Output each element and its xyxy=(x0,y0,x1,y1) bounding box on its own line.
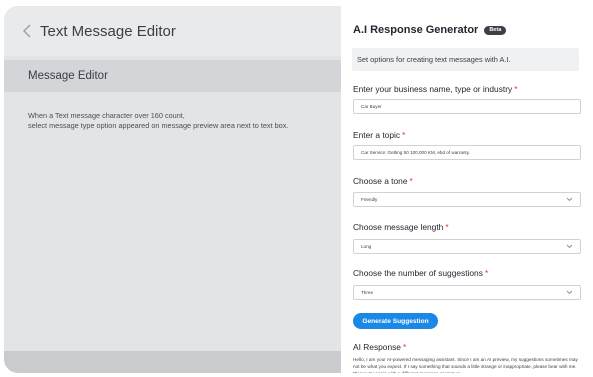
business-label: Enter your business name, type or indust… xyxy=(353,84,517,94)
business-input[interactable]: Car Buyer xyxy=(353,99,581,114)
required-mark: * xyxy=(402,130,406,140)
topic-input[interactable]: Car Service: Getting 50 100,000 KM, ebd … xyxy=(353,145,581,160)
ai-response-text: Hello, I am your AI-powered messaging as… xyxy=(353,357,578,373)
hint-line: select message type option appeared on m… xyxy=(28,120,289,130)
ai-response-panel: A.I Response Generator Beta Set options … xyxy=(341,6,589,373)
beta-badge: Beta xyxy=(484,25,507,35)
required-mark: * xyxy=(445,222,449,232)
tone-label-text: Choose a tone xyxy=(353,176,408,186)
length-label-text: Choose message length xyxy=(353,222,444,232)
length-label: Choose message length * xyxy=(353,222,449,232)
required-mark: * xyxy=(514,84,518,94)
suggestions-select[interactable]: Three xyxy=(353,285,581,300)
panel-header: A.I Response Generator Beta xyxy=(353,24,507,36)
section-title: Message Editor xyxy=(28,70,108,82)
length-select[interactable]: Long xyxy=(353,239,581,254)
bottom-bar xyxy=(4,351,341,373)
length-value: Long xyxy=(361,244,372,249)
topic-value: Car Service: Getting 50 100,000 KM, ebd … xyxy=(361,150,470,155)
required-mark: * xyxy=(484,268,489,278)
suggestions-label-text: Choose the number of suggestions xyxy=(353,268,483,278)
tone-select[interactable]: Friendly xyxy=(353,192,581,207)
app-frame: Text Message Editor Message Editor When … xyxy=(4,6,589,373)
suggestions-value: Three xyxy=(361,290,374,295)
ai-response-label: AI Response * xyxy=(353,342,406,352)
editor-header: Text Message Editor xyxy=(4,6,341,56)
hint-line: When a Text message character over 160 c… xyxy=(28,111,185,120)
business-value: Car Buyer xyxy=(361,104,382,109)
section-header: Message Editor xyxy=(4,60,341,92)
business-label-text: Enter your business name, type or indust… xyxy=(353,84,513,94)
editor-hint: When a Text message character over 160 c… xyxy=(28,111,338,130)
info-banner: Set options for creating text messages w… xyxy=(352,48,579,71)
tone-label: Choose a tone * xyxy=(353,176,413,186)
topic-label-text: Enter a topic xyxy=(353,130,401,140)
required-mark: * xyxy=(402,342,407,352)
chevron-down-icon xyxy=(566,244,573,249)
page-title: Text Message Editor xyxy=(40,22,176,40)
required-mark: * xyxy=(409,176,413,186)
ai-response-label-text: AI Response xyxy=(353,342,401,352)
suggestions-label: Choose the number of suggestions * xyxy=(353,268,488,278)
chevron-down-icon xyxy=(566,290,573,295)
tone-value: Friendly xyxy=(361,197,378,202)
generate-suggestion-button[interactable]: Generate Suggestion xyxy=(353,313,438,329)
chevron-left-icon[interactable] xyxy=(22,24,32,38)
panel-title: A.I Response Generator xyxy=(353,24,479,36)
topic-label: Enter a topic * xyxy=(353,130,405,140)
editor-pane: Text Message Editor Message Editor When … xyxy=(4,6,341,373)
chevron-down-icon xyxy=(566,197,573,202)
